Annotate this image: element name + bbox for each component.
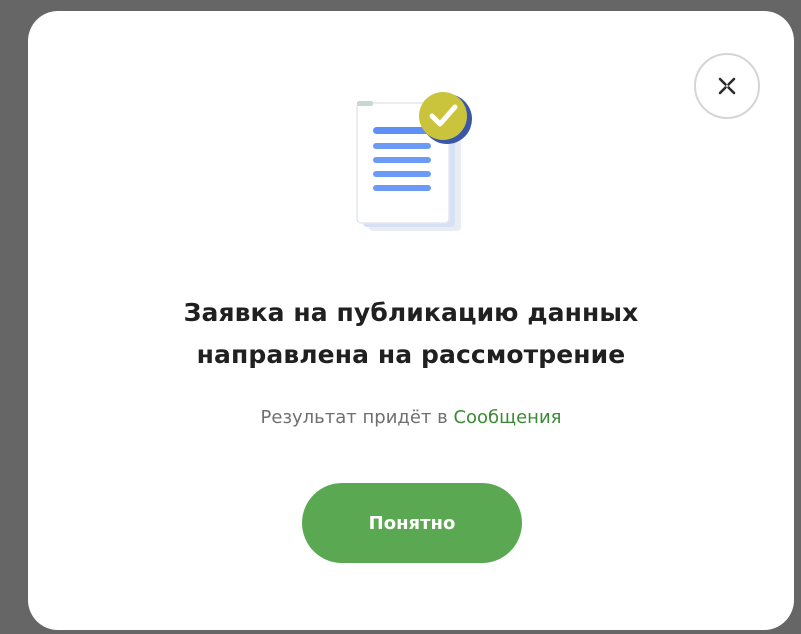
close-button[interactable] <box>694 53 760 119</box>
document-check-icon <box>356 92 472 231</box>
dialog-title-line-2: направлена на рассмотрение <box>196 340 626 369</box>
document-check-illustration <box>353 83 493 233</box>
messages-link[interactable]: Сообщения <box>453 407 561 428</box>
dialog-title: Заявка на публикацию данных направлена н… <box>28 292 794 376</box>
dialog-subtitle: Результат придёт в Сообщения <box>28 406 794 430</box>
confirmation-dialog: Заявка на публикацию данных направлена н… <box>28 11 794 630</box>
close-icon <box>718 77 736 95</box>
dialog-title-line-1: Заявка на публикацию данных <box>183 298 639 327</box>
subtitle-text: Результат придёт в <box>260 407 454 428</box>
ok-button[interactable]: Понятно <box>302 483 522 563</box>
